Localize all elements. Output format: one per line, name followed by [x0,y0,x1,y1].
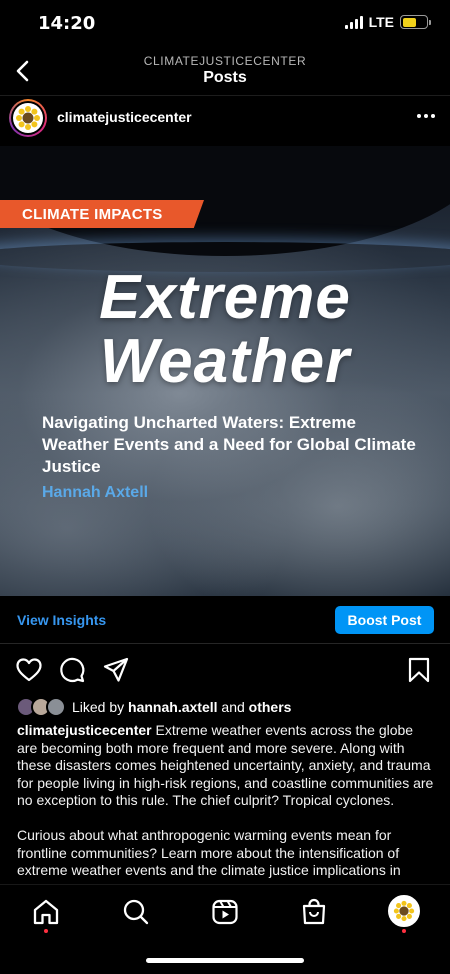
send-icon[interactable] [102,656,130,684]
home-indicator [146,958,304,963]
status-time: 14:20 [38,13,96,34]
likes-summary[interactable]: Liked by hannah.axtell and others [16,696,291,718]
post-image[interactable]: CLIMATE IMPACTS Extreme Weather Navigati… [0,146,450,596]
post-headline: Extreme Weather [0,266,450,394]
post-actions [0,654,450,686]
home-notification-dot [44,929,48,933]
boost-post-button[interactable]: Boost Post [335,606,434,634]
likes-joiner: and [221,699,245,715]
network-type: LTE [368,14,394,30]
sunflower-logo-icon [16,106,40,130]
status-indicators: LTE [344,14,431,30]
search-icon[interactable] [121,897,151,927]
nav-title: Posts [203,69,247,86]
headline-line-2: Weather [99,327,351,396]
likes-user[interactable]: hannah.axtell [128,699,217,715]
post-author: Hannah Axtell [42,484,149,501]
profile-notification-dot [402,929,406,933]
cellular-signal-icon [344,15,363,29]
category-tag: CLIMATE IMPACTS [0,200,204,228]
comment-icon[interactable] [58,656,86,684]
nav-header: CLIMATEJUSTICECENTER Posts [0,48,450,96]
likes-others[interactable]: others [249,699,292,715]
post-username[interactable]: climatejusticecenter [57,109,192,125]
home-icon[interactable] [31,897,61,927]
avatar[interactable] [9,99,47,137]
insights-row: View Insights Boost Post [0,596,450,644]
shop-icon[interactable] [299,897,329,927]
bookmark-icon[interactable] [405,656,433,684]
caption-username[interactable]: climatejusticecenter [17,722,152,738]
status-bar: 14:20 LTE [0,0,450,48]
nav-account-name: CLIMATEJUSTICECENTER [143,54,307,68]
battery-icon [400,15,431,29]
sunflower-logo-icon [393,900,415,922]
post-header: climatejusticecenter [0,96,450,140]
profile-avatar[interactable] [388,895,420,927]
reels-icon[interactable] [210,897,240,927]
liker-avatar [46,697,66,717]
post-subtitle: Navigating Uncharted Waters: Extreme Wea… [42,413,416,476]
view-insights-link[interactable]: View Insights [17,612,106,628]
heart-icon[interactable] [15,656,43,684]
post-caption: climatejusticecenter Extreme weather eve… [17,722,437,884]
headline-line-1: Extreme [99,263,351,332]
likes-prefix: Liked by [72,699,125,715]
caption-text-2: Curious about what anthropogenic warming… [17,826,401,879]
liker-avatars [16,697,70,717]
more-horizontal-icon[interactable] [416,109,436,123]
